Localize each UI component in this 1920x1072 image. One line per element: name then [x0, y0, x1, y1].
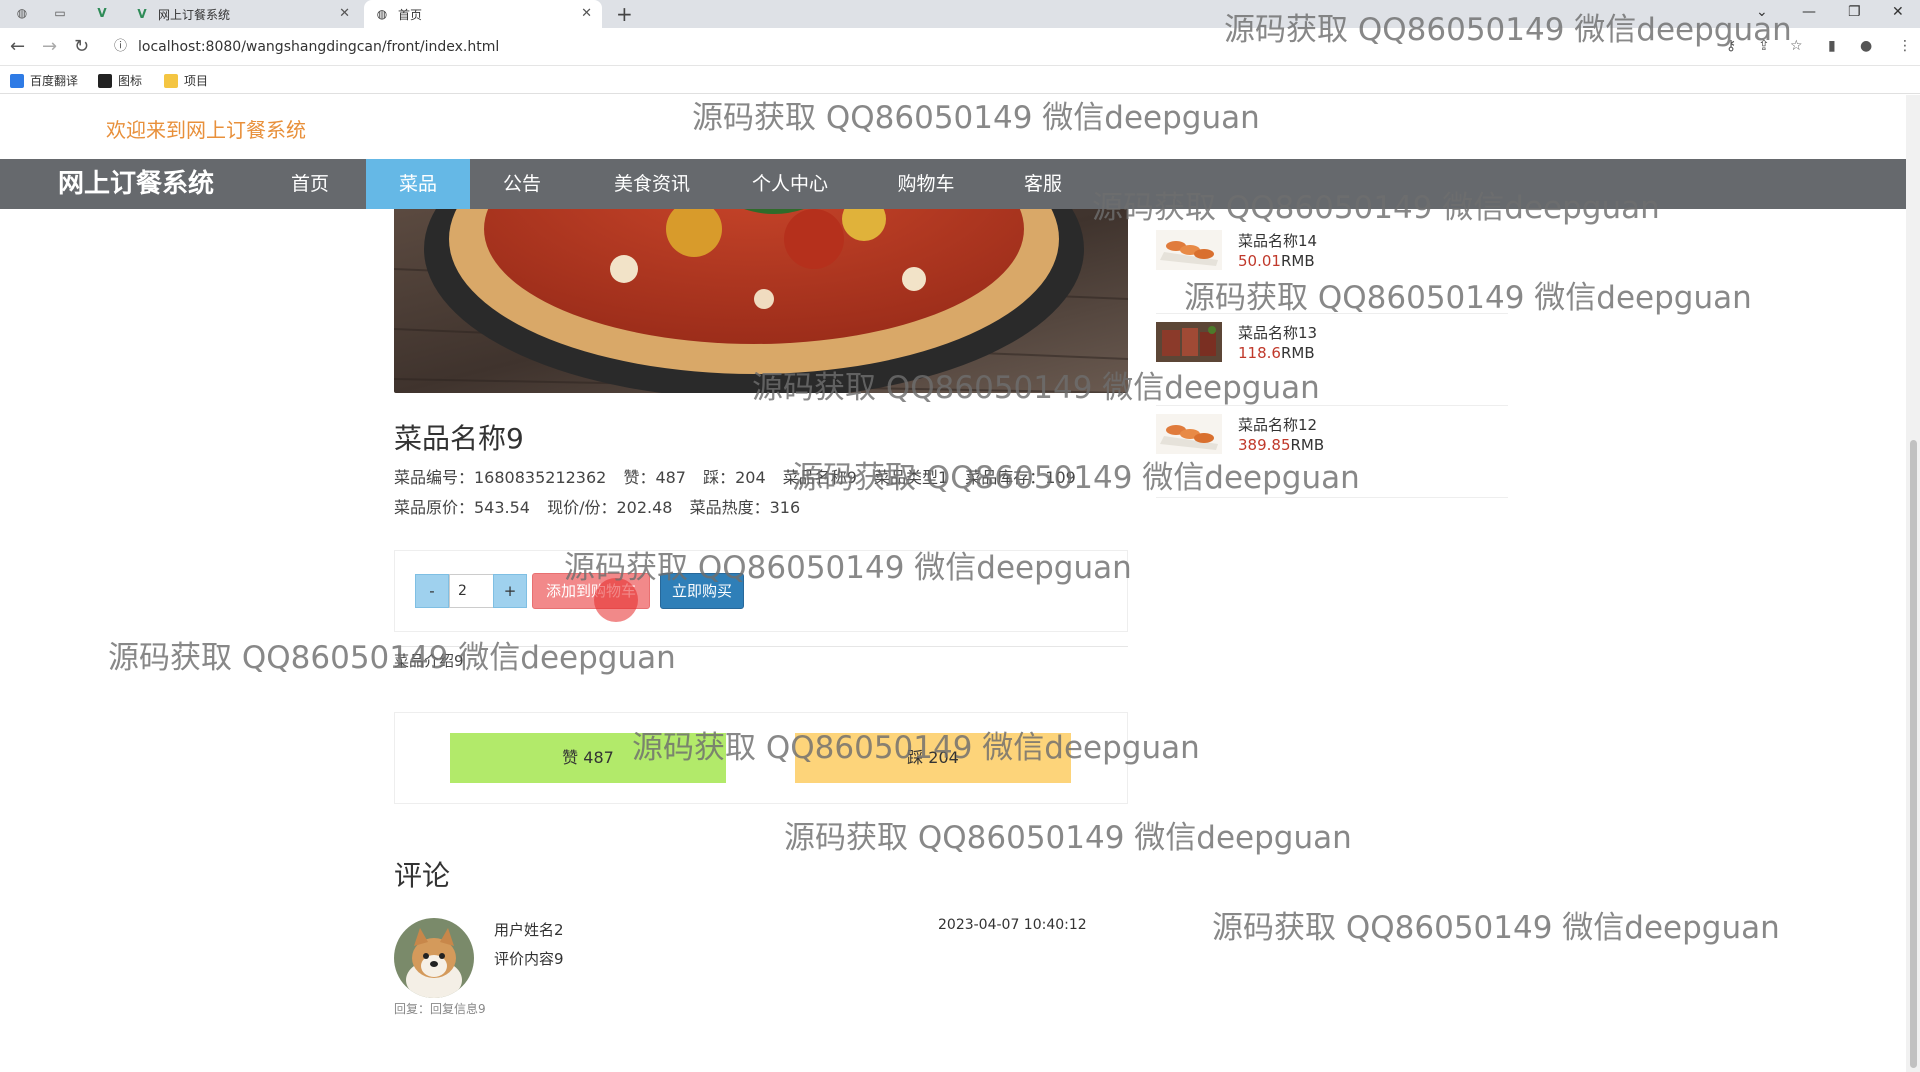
sidepanel-icon[interactable]: ▮: [1828, 38, 1836, 54]
comment-user: 用户姓名2: [494, 921, 564, 939]
dish-image: [394, 209, 1128, 393]
list-item[interactable]: 菜品名称14 50.01RMB: [1156, 222, 1508, 314]
close-icon[interactable]: ✕: [339, 6, 350, 21]
close-window-icon[interactable]: ✕: [1892, 4, 1904, 20]
nav-cart[interactable]: 购物车: [870, 159, 982, 209]
dish-dislikes: 踩：204: [703, 468, 766, 487]
star-icon[interactable]: ☆: [1790, 38, 1803, 54]
address-bar: ← → ↻ ⓘ localhost:8080/wangshangdingcan/…: [0, 28, 1920, 66]
tab-title: 网上订餐系统: [158, 7, 231, 22]
bookmarks-bar: 百度翻译 图标 项目: [0, 66, 1920, 94]
new-tab-icon[interactable]: +: [616, 2, 633, 26]
globe-icon: ◍: [376, 7, 388, 21]
key-icon[interactable]: ⚷: [1726, 38, 1736, 54]
dish-heat: 菜品热度：316: [689, 498, 801, 517]
share-icon[interactable]: ⇪: [1758, 38, 1770, 54]
quantity-input[interactable]: 2: [449, 574, 495, 608]
comment-content: 评价内容9: [494, 950, 564, 968]
bookmark-label: 项目: [184, 74, 209, 88]
vue-icon: V: [137, 7, 147, 21]
bookmark-label: 百度翻译: [30, 74, 79, 88]
close-icon[interactable]: ✕: [581, 6, 592, 21]
bookmark-label: 图标: [118, 74, 143, 88]
brand-logo[interactable]: 网上订餐系统: [58, 159, 214, 209]
quantity-minus-button[interactable]: -: [415, 574, 449, 608]
bookmark-icons[interactable]: 图标: [98, 72, 142, 89]
dish-stock: 菜品库存：109: [965, 468, 1076, 487]
dish-intro: 菜品介绍9: [394, 652, 464, 670]
vue-icon[interactable]: V: [94, 6, 110, 22]
dish-code: 菜品编号：1680835212362: [394, 468, 607, 487]
welcome-text: 欢迎来到网上订餐系统: [106, 118, 306, 142]
click-indicator: [594, 578, 638, 622]
restore-icon[interactable]: ❐: [1848, 4, 1861, 20]
tab-title: 首页: [398, 7, 423, 22]
globe-icon[interactable]: ◍: [14, 6, 30, 22]
main-nav: 网上订餐系统 首页 菜品 公告 美食资讯 个人中心 购物车 客服: [0, 159, 1920, 209]
menu-icon[interactable]: ⋮: [1898, 38, 1912, 54]
dish-original-price: 菜品原价：543.54: [394, 498, 530, 517]
nav-personal-center[interactable]: 个人中心: [730, 159, 850, 209]
bookmark-project[interactable]: 项目: [164, 72, 208, 89]
dish-meta-line-1: 菜品编号：1680835212362 赞：487 踩：204 菜品名称9 菜品类…: [394, 464, 1088, 488]
avatar: [394, 918, 474, 998]
watermark: 源码获取 QQ86050149 微信deepguan: [1212, 910, 1780, 946]
dish-meta-line-2: 菜品原价：543.54 现价/份：202.48 菜品热度：316: [394, 494, 812, 518]
forward-icon[interactable]: →: [42, 36, 57, 57]
nav-home[interactable]: 首页: [260, 159, 360, 209]
watermark: 源码获取 QQ86050149 微信deepguan: [108, 640, 676, 676]
url-field[interactable]: ⓘ localhost:8080/wangshangdingcan/front/…: [106, 34, 1706, 60]
blank-tab-icon[interactable]: ▭: [52, 6, 68, 22]
nav-service[interactable]: 客服: [1002, 159, 1084, 209]
dish-price: 50.01RMB: [1238, 252, 1315, 270]
folder-icon: [164, 73, 178, 88]
info-icon[interactable]: ⓘ: [114, 34, 127, 60]
scrollbar-thumb[interactable]: [1910, 440, 1917, 1068]
list-item[interactable]: 菜品名称12 389.85RMB: [1156, 406, 1508, 498]
chevron-down-icon[interactable]: ⌄: [1756, 4, 1768, 20]
watermark: 源码获取 QQ86050149 微信deepguan: [692, 100, 1260, 136]
list-item[interactable]: 菜品名称13 118.6RMB: [1156, 314, 1508, 406]
reload-icon[interactable]: ↻: [74, 36, 89, 57]
dish-name: 菜品名称9: [394, 422, 524, 455]
comments-title: 评论: [394, 859, 451, 892]
nav-dishes[interactable]: 菜品: [366, 159, 470, 209]
dish-thumbnail: [1156, 414, 1222, 454]
watermark: 源码获取 QQ86050149 微信deepguan: [784, 820, 1352, 856]
dish-price: 118.6RMB: [1238, 344, 1315, 362]
divider: [394, 646, 1128, 647]
dish-name: 菜品名称12: [1238, 416, 1318, 434]
buy-now-button[interactable]: 立即购买: [660, 573, 744, 609]
bookmark-translate[interactable]: 百度翻译: [10, 72, 78, 89]
tab-home[interactable]: ◍ 首页 ✕: [364, 0, 602, 28]
minimize-icon[interactable]: —: [1802, 4, 1816, 20]
nav-notice[interactable]: 公告: [476, 159, 568, 209]
image-icon: [98, 73, 112, 88]
back-icon[interactable]: ←: [10, 36, 25, 57]
dish-likes: 赞：487: [623, 468, 686, 487]
browser-tabbar: ◍ ▭ V V 网上订餐系统 ✕ ◍ 首页 ✕ + ⌄ — ❐ ✕: [0, 0, 1920, 28]
dislike-button[interactable]: 踩 204: [795, 733, 1071, 783]
profile-icon[interactable]: ●: [1860, 38, 1872, 54]
comment-time: 2023-04-07 10:40:12: [938, 917, 1087, 933]
dish-name: 菜品名称13: [1238, 324, 1318, 342]
dish-thumbnail: [1156, 322, 1222, 362]
comment-reply: 回复：回复信息9: [394, 1002, 486, 1016]
tab-ordering-system[interactable]: V 网上订餐系统 ✕: [124, 0, 360, 28]
translate-icon: [10, 73, 24, 88]
dish-name-meta: 菜品名称9: [782, 468, 857, 487]
dish-name: 菜品名称14: [1238, 232, 1318, 250]
nav-food-news[interactable]: 美食资讯: [592, 159, 712, 209]
dish-type: 菜品类型1: [874, 468, 949, 487]
dish-price: 389.85RMB: [1238, 436, 1325, 454]
url-text: localhost:8080/wangshangdingcan/front/in…: [138, 39, 500, 55]
quantity-plus-button[interactable]: +: [493, 574, 527, 608]
dish-thumbnail: [1156, 230, 1222, 270]
dish-current-price: 现价/份：202.48: [547, 498, 673, 517]
like-button[interactable]: 赞 487: [450, 733, 726, 783]
